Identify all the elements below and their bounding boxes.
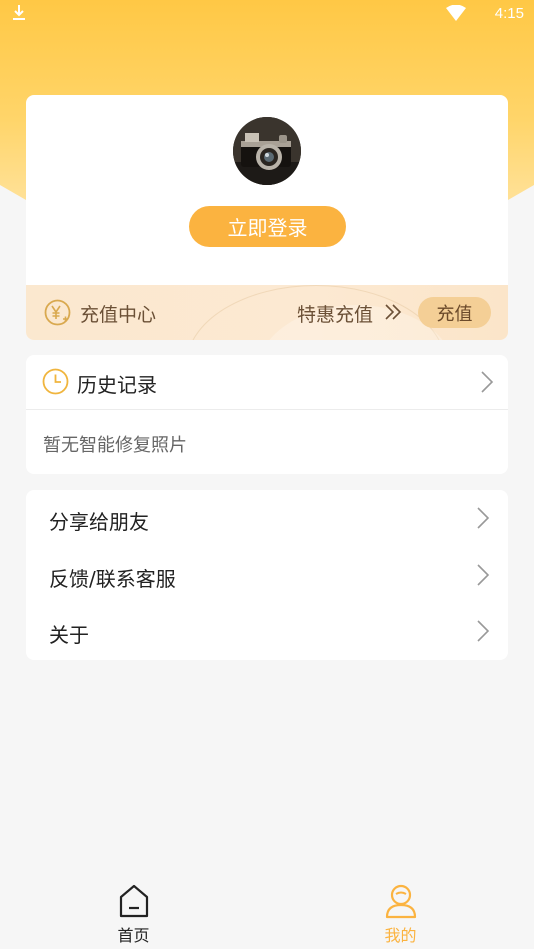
- home-icon: [119, 884, 148, 918]
- menu-item-label: 反馈/联系客服: [49, 567, 176, 591]
- login-button[interactable]: 立即登录: [189, 206, 346, 247]
- clock-icon: [42, 368, 69, 395]
- download-icon: [13, 5, 25, 20]
- tab-mine-label: 我的: [384, 926, 417, 945]
- menu-card: 分享给朋友 反馈/联系客服 关于: [26, 490, 508, 660]
- menu-item-label: 关于: [49, 623, 89, 647]
- double-chevron-right-icon: [385, 304, 402, 320]
- recharge-center-title: 充值中心: [80, 304, 157, 326]
- recharge-button[interactable]: 充值: [418, 297, 491, 328]
- chevron-right-icon: [477, 620, 490, 642]
- history-title[interactable]: 历史记录: [77, 369, 157, 398]
- bottom-tab-bar: 首页 我的: [0, 870, 534, 949]
- yen-coin-icon: [44, 299, 71, 326]
- chevron-right-icon: [477, 564, 490, 586]
- menu-item-about[interactable]: 关于: [26, 603, 508, 659]
- camera-avatar-icon: [233, 117, 301, 185]
- chevron-right-icon: [477, 507, 490, 529]
- status-time: 4:15: [494, 5, 524, 22]
- special-recharge-label[interactable]: 特惠充值: [297, 300, 373, 327]
- wifi-icon: [446, 5, 466, 21]
- tab-mine[interactable]: 我的: [267, 870, 534, 949]
- history-empty-text: 暂无智能修复照片: [43, 435, 187, 456]
- recharge-center-bar[interactable]: 充值中心 特惠充值 充值: [26, 285, 508, 340]
- status-bar: 4:15: [0, 0, 534, 30]
- menu-item-feedback[interactable]: 反馈/联系客服: [26, 547, 508, 603]
- menu-item-share[interactable]: 分享给朋友: [26, 490, 508, 546]
- avatar[interactable]: [233, 117, 301, 185]
- profile-icon: [385, 884, 416, 919]
- menu-item-label: 分享给朋友: [49, 510, 149, 534]
- profile-card: 立即登录 充值中心 特惠充值 充值: [26, 95, 508, 340]
- tab-home[interactable]: 首页: [0, 870, 267, 949]
- tab-home-label: 首页: [117, 926, 150, 945]
- divider: [26, 409, 508, 410]
- history-card: 历史记录 暂无智能修复照片: [26, 355, 508, 474]
- chevron-right-icon[interactable]: [480, 370, 494, 394]
